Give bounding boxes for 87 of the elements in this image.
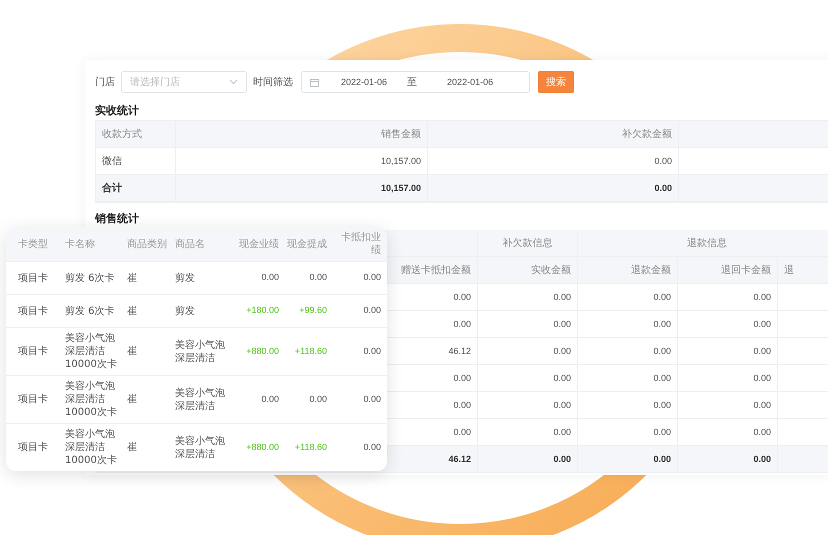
table-cell-text: 美容小气泡深层清洁 10000次卡 <box>64 428 118 467</box>
section-title: 实收统计 <box>95 103 140 118</box>
column-header: 卡类型 <box>17 238 49 250</box>
table-cell: 合计 <box>96 175 176 201</box>
store-label: 门店 <box>95 76 115 89</box>
table-cell: 0.00 <box>678 284 778 310</box>
table-cell: 0.00 <box>678 392 778 418</box>
table-cell: 0.00 <box>678 338 778 364</box>
table-cell-text: 0.00 <box>260 272 280 284</box>
column-header: 商品名 <box>174 238 206 250</box>
table-cell-text: 美容小气泡深层清洁 <box>174 386 226 412</box>
table-cell: 0.00 <box>578 284 678 310</box>
column-header: 现金提成 <box>286 238 328 250</box>
table-cell-text: 0.00 <box>362 442 382 454</box>
table-cell-text: 项目卡 <box>17 393 49 406</box>
table-cell: 0.00 <box>578 338 678 364</box>
store-select[interactable]: 请选择门店 <box>121 71 247 93</box>
table-cell-text: 项目卡 <box>17 345 49 358</box>
table-cell-text: 崔 <box>126 304 138 318</box>
table-cell-text: 崔 <box>126 272 138 284</box>
table-cell-text: +880.00 <box>245 442 280 454</box>
table-cell-text: +99.60 <box>298 305 328 317</box>
table-cell: 0.00 <box>478 311 578 337</box>
table-cell: 0.00 <box>478 338 578 364</box>
column-header: 收款方式 <box>96 121 176 147</box>
table-cell-text: 美容小气泡深层清洁 10000次卡 <box>64 332 118 371</box>
table-cell: 0.00 <box>678 365 778 391</box>
table-cell-text: 美容小气泡深层清洁 <box>174 338 226 364</box>
calendar-icon <box>310 78 319 86</box>
column-header: 退回卡金额 <box>678 257 778 283</box>
table-cell-text: 0.00 <box>308 394 328 406</box>
table-cell: 0.00 <box>578 419 678 445</box>
column-header: 商品类别 <box>126 238 168 250</box>
table-cell: 0.00 <box>428 175 679 201</box>
column-header: 卡名称 <box>64 238 96 250</box>
table-cell: 0.00 <box>428 148 679 174</box>
table-cell-text: 项目卡 <box>17 272 49 284</box>
table-cell-text: 0.00 <box>362 346 382 358</box>
table-cell-text: 美容小气泡深层清洁 <box>174 434 226 460</box>
table-cell: 微信 <box>96 148 176 174</box>
table-cell: 10,157.00 <box>176 148 428 174</box>
table-cell: 0.00 <box>578 392 678 418</box>
table-cell-text: 崔 <box>126 345 138 358</box>
column-header: 退款金额 <box>578 257 678 283</box>
table-cell-text: 0.00 <box>260 394 280 406</box>
table-cell-text: 项目卡 <box>17 304 49 318</box>
table-cell-text: 美容小气泡深层清洁 10000次卡 <box>64 380 118 419</box>
search-button[interactable]: 搜索 <box>538 71 574 93</box>
table-cell-text: 0.00 <box>362 394 382 406</box>
column-header: 销售金额 <box>176 121 428 147</box>
table-cell: 0.00 <box>478 284 578 310</box>
group-header: 退款信息 <box>578 230 828 256</box>
table-cell: 0.00 <box>678 446 778 472</box>
time-filter-label: 时间筛选 <box>253 76 293 89</box>
table-cell-text: +180.00 <box>245 305 280 317</box>
table-cell: 0.00 <box>578 365 678 391</box>
column-header: 退 <box>778 257 828 283</box>
table-cell-text: 剪发 6次卡 <box>64 304 116 318</box>
column-header: 现金业绩 <box>238 238 280 250</box>
table-cell: 0.00 <box>678 419 778 445</box>
column-header: 实收金额 <box>478 257 578 283</box>
section-title: 销售统计 <box>95 211 140 226</box>
chevron-down-icon <box>229 79 238 85</box>
table-cell: 0.00 <box>478 419 578 445</box>
table-cell: 0.00 <box>578 311 678 337</box>
table-cell-text: +880.00 <box>245 346 280 358</box>
table-cell: 0.00 <box>578 446 678 472</box>
column-header: 补欠款金额 <box>428 121 679 147</box>
table-cell-text: 0.00 <box>362 272 382 284</box>
table-cell-text: 剪发 <box>174 304 196 318</box>
table-cell-text: 项目卡 <box>17 441 49 454</box>
table-cell: 10,157.00 <box>176 175 428 201</box>
table-cell-text: 0.00 <box>308 272 328 284</box>
table-cell-text: +118.60 <box>294 442 328 454</box>
table-cell: 0.00 <box>678 311 778 337</box>
group-header: 补欠款信息 <box>478 230 578 256</box>
table-cell-text: +118.60 <box>294 346 328 358</box>
date-range-field[interactable]: 2022-01-06 至 2022-01-06 <box>301 71 530 93</box>
table-cell-text: 剪发 <box>174 272 196 284</box>
table-cell-text: 0.00 <box>362 305 382 317</box>
table-cell-text: 崔 <box>126 441 138 454</box>
table-cell: 0.00 <box>478 392 578 418</box>
table-cell-text: 剪发 6次卡 <box>64 272 116 284</box>
table-cell-text: 崔 <box>126 393 138 406</box>
table-cell: 0.00 <box>478 365 578 391</box>
table-cell: 0.00 <box>478 446 578 472</box>
column-header: 卡抵扣业绩 <box>340 231 382 257</box>
